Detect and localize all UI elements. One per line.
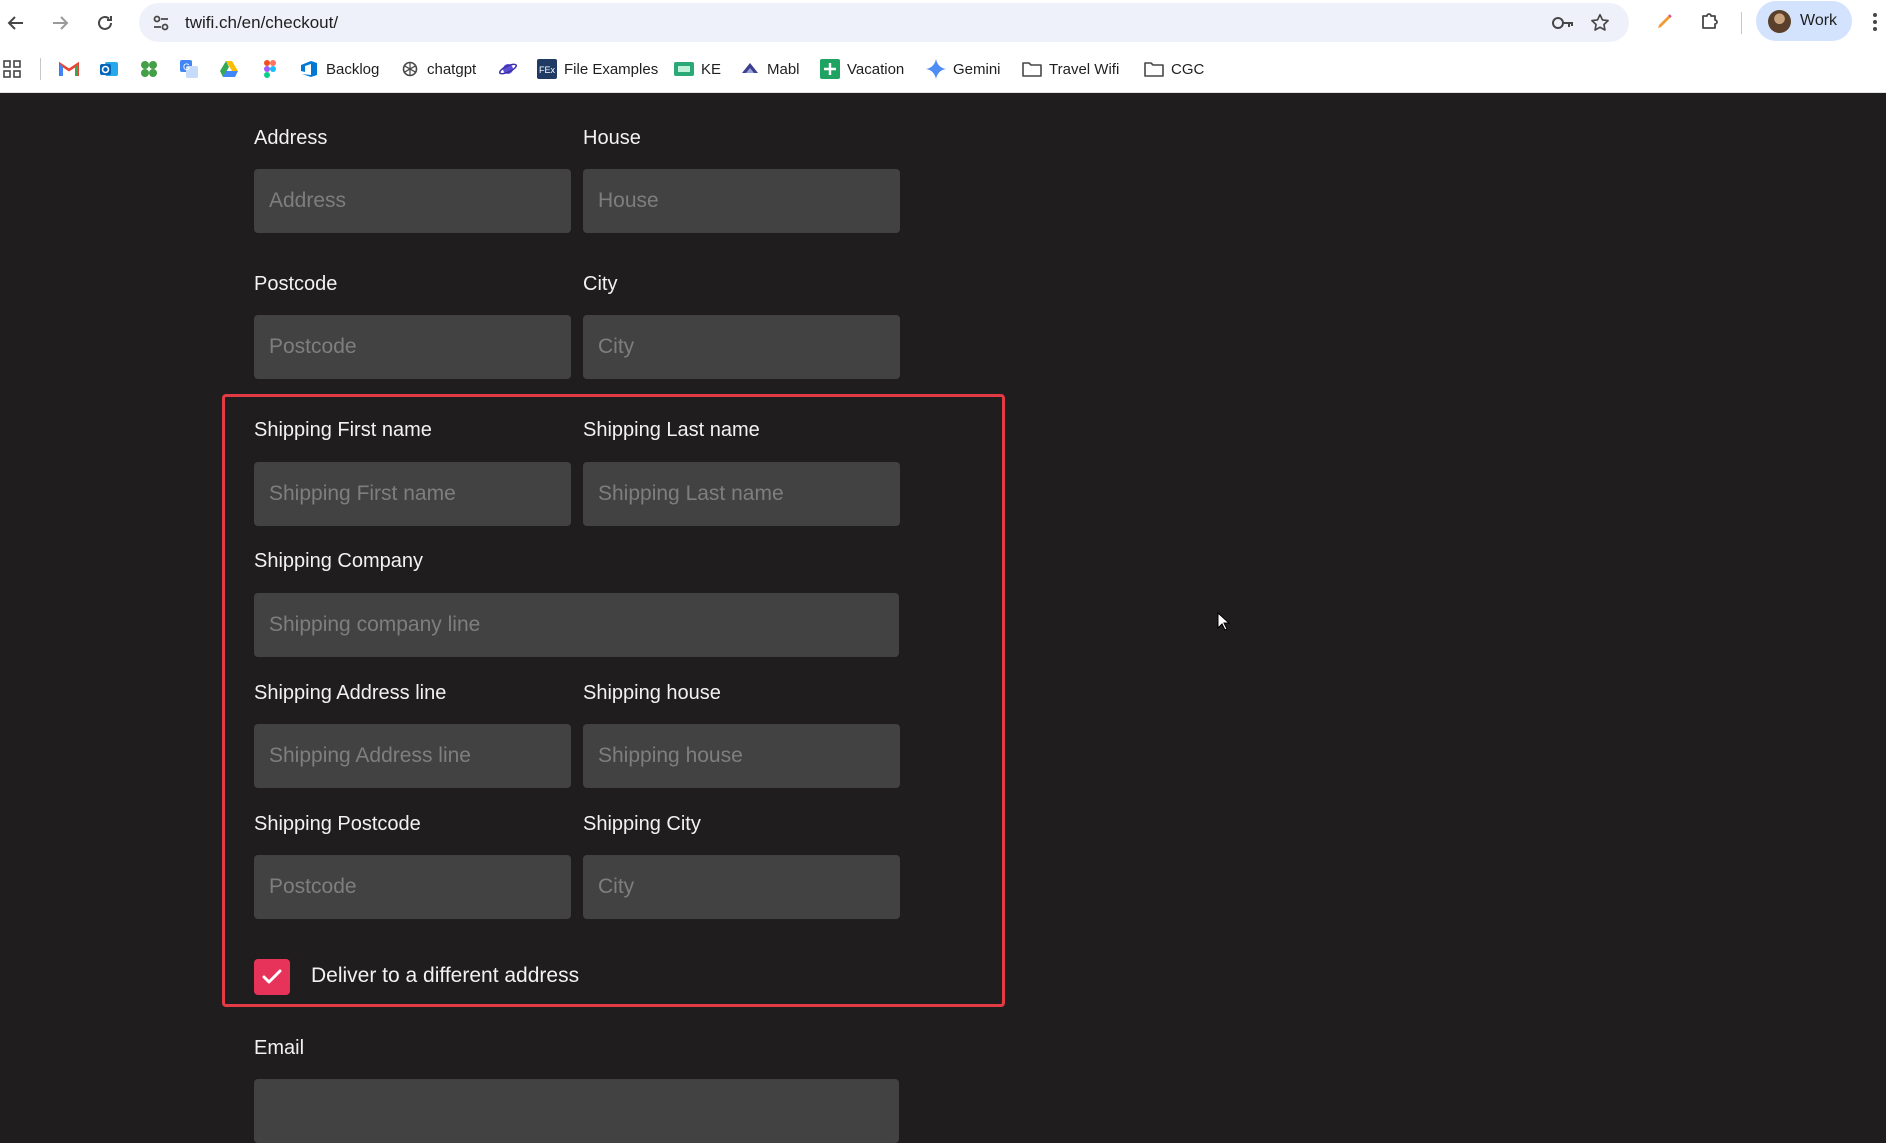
back-button[interactable] [3,10,29,36]
extensions-puzzle-icon[interactable] [1699,10,1721,37]
bookmark-label: Gemini [953,60,1001,78]
shipping-company-input[interactable] [254,593,899,657]
shipping-last-name-input[interactable] [583,462,900,526]
bookmark-label: Backlog [326,60,380,78]
shipping-address-label: Shipping Address line [254,682,447,704]
toolbar-separator [1741,12,1742,34]
drive-icon [219,59,239,79]
arrow-right-icon [53,16,69,30]
browser-toolbar: twifi.ch/en/checkout/ Work [0,0,1886,45]
figma-icon [260,59,280,79]
profile-button[interactable]: Work [1756,1,1852,41]
avatar [1768,10,1791,33]
arrow-left-icon [7,16,23,30]
svg-text:G: G [183,62,190,72]
city-label: City [583,273,618,295]
email-input[interactable] [254,1079,899,1143]
shipping-company-label: Shipping Company [254,550,423,572]
bookmark-vacation[interactable]: Vacation [820,57,904,81]
bookmark-mabl[interactable]: Mabl [740,57,800,81]
shipping-first-name-input[interactable] [254,462,571,526]
sheets-plus-icon [820,59,840,79]
bookmark-label: chatgpt [427,60,477,78]
bookmark-apps[interactable] [2,57,22,81]
bookmark-gemini[interactable]: Gemini [926,57,1001,81]
bookmark-planet[interactable] [498,57,518,81]
email-label: Email [254,1037,305,1059]
profile-label: Work [1800,12,1838,29]
bookmark-label: CGC [1171,60,1205,78]
bookmark-drive[interactable] [219,57,239,81]
shipping-first-name-label: Shipping First name [254,419,432,441]
planet-icon [498,59,518,79]
house-input[interactable] [583,169,900,233]
ke-icon [674,59,694,79]
openai-icon [400,59,420,79]
bookmark-cgc[interactable]: CGC [1144,57,1204,81]
bookmark-clover[interactable] [139,57,159,81]
folder-icon [1022,59,1042,79]
gmail-icon [59,59,79,79]
house-label: House [583,127,641,149]
deliver-different-checkbox[interactable] [254,959,290,995]
bookmark-label: Travel Wifi [1049,60,1120,78]
bookmark-figma[interactable] [260,57,280,81]
shipping-address-input[interactable] [254,724,571,788]
shipping-city-input[interactable] [583,855,900,919]
bookmark-outlook[interactable] [99,57,119,81]
mabl-icon [740,59,760,79]
password-key-icon[interactable] [1551,13,1575,38]
mouse-cursor-icon [1217,612,1231,631]
address-bar[interactable]: twifi.ch/en/checkout/ [139,3,1629,42]
bookmark-travel-wifi[interactable]: Travel Wifi [1022,57,1119,81]
shipping-city-label: Shipping City [583,813,701,835]
pen-extension-icon[interactable] [1654,10,1676,37]
shipping-postcode-input[interactable] [254,855,571,919]
postcode-input[interactable] [254,315,571,379]
bookmark-separator [40,58,41,80]
postcode-label: Postcode [254,273,338,295]
site-settings-icon[interactable] [151,13,171,38]
bookmark-label: File Examples [564,60,659,78]
gemini-icon [926,59,946,79]
address-label: Address [254,127,328,149]
deliver-different-label[interactable]: Deliver to a different address [311,964,579,988]
checkmark-icon [262,969,282,984]
bookmarks-bar: G Backlog chatgpt FEx File Examples KE M… [0,45,1886,93]
shipping-postcode-label: Shipping Postcode [254,813,421,835]
shipping-house-label: Shipping house [583,682,721,704]
bookmark-file-examples[interactable]: FEx File Examples [537,57,658,81]
azure-devops-icon [299,59,319,79]
bookmark-star-icon[interactable] [1589,12,1611,39]
bookmark-backlog[interactable]: Backlog [299,57,379,81]
bookmark-gmail[interactable] [59,57,79,81]
bookmark-chatgpt[interactable]: chatgpt [400,57,476,81]
shipping-last-name-label: Shipping Last name [583,419,760,441]
clover-icon [139,59,159,79]
reload-icon [98,15,112,30]
shipping-house-input[interactable] [583,724,900,788]
url-text[interactable]: twifi.ch/en/checkout/ [185,3,338,42]
bookmark-label: Mabl [767,60,800,78]
bookmark-label: KE [701,60,722,78]
reload-button[interactable] [92,10,118,36]
city-input[interactable] [583,315,900,379]
folder-icon [1144,59,1164,79]
checkout-form: Address House Postcode City Shipping Fir… [0,93,1886,1143]
fex-icon: FEx [537,59,557,79]
translate-icon: G [179,59,199,79]
bookmark-ke[interactable]: KE [674,57,721,81]
bookmark-translate[interactable]: G [179,57,199,81]
address-input[interactable] [254,169,571,233]
apps-grid-icon [2,59,22,79]
bookmark-label: Vacation [847,60,905,78]
outlook-icon [99,59,119,79]
forward-button[interactable] [47,10,73,36]
more-menu-icon[interactable] [1872,11,1878,38]
svg-text:FEx: FEx [539,65,556,75]
